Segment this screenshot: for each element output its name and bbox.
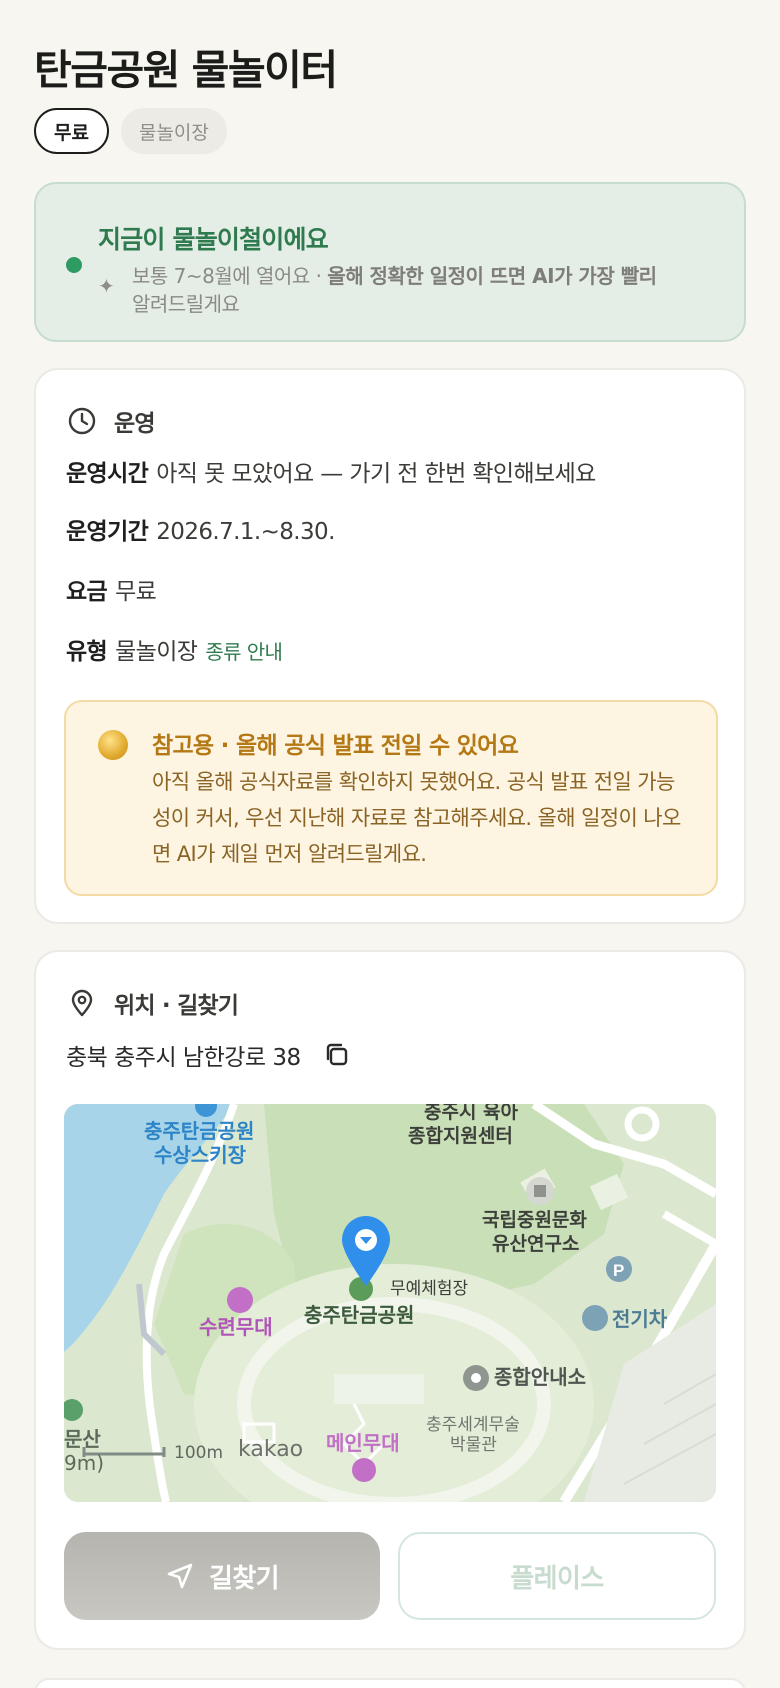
type-value: 물놀이장 [115, 639, 198, 665]
map-label-heritage: 국립중원문화 [482, 1209, 587, 1231]
map-label-water-ski-2: 수상스키장 [154, 1143, 247, 1167]
svg-text:P: P [613, 1261, 624, 1280]
type-label: 유형 [66, 639, 108, 665]
route-button[interactable]: 길찾기 [64, 1532, 380, 1620]
type-row: 유형 물놀이장 종류 안내 [66, 632, 283, 666]
map-label-museum-2: 박물관 [450, 1435, 497, 1455]
address-row: 충북 충주시 남한강로 38 [66, 1038, 353, 1072]
season-desc-bold: 올해 정확한 일정이 뜨면 AI가 가장 빨리 [327, 264, 657, 288]
map-label-heritage-2: 유산연구소 [492, 1233, 579, 1255]
place-button[interactable]: 플레이스 [398, 1532, 716, 1620]
next-card-edge [34, 1678, 746, 1688]
page-title: 탄금공원 물놀이터 [34, 46, 338, 94]
reference-notice: 참고용 · 올해 공식 발표 전일 수 있어요 아직 올해 공식자료를 확인하지… [64, 700, 718, 896]
operation-card: 운영 운영시간 아직 못 모았어요 — 가기 전 한번 확인해보세요 운영기간 20… [34, 368, 746, 924]
chip-fee[interactable]: 무료 [34, 108, 109, 154]
map-label-info: 종합안내소 [494, 1365, 586, 1389]
fee-row: 요금 무료 [66, 572, 157, 606]
map-canvas: P 충주탄금공원 수상스키장 충주시 육아 종합지원센터 국립중원문화 유산연구… [64, 1104, 716, 1502]
map-brand: kakao [238, 1437, 303, 1462]
map-label-childcare: 충주시 육아 [424, 1104, 519, 1123]
hours-row: 운영시간 아직 못 모았어요 — 가기 전 한번 확인해보세요 [66, 454, 596, 488]
map-label-water-ski: 충주탄금공원 [144, 1119, 254, 1143]
map-label-main-stage: 메인무대 [326, 1431, 400, 1455]
map-label-park: 충주탄금공원 [304, 1303, 414, 1327]
notice-body: 아직 올해 공식자료를 확인하지 못했어요. 공식 발표 전일 가능성이 커서,… [152, 770, 681, 866]
map-label-dance: 무예체험장 [390, 1279, 469, 1299]
map-label-mountain: 문산 [64, 1427, 101, 1451]
operation-title: 운영 [114, 411, 156, 437]
location-card: 위치 · 길찾기 충북 충주시 남한강로 38 P 충주탄금공원 수상스키장 충… [34, 950, 746, 1650]
map-label-museum: 충주세계무술 [426, 1415, 520, 1435]
map-view[interactable]: P 충주탄금공원 수상스키장 충주시 육아 종합지원센터 국립중원문화 유산연구… [64, 1104, 716, 1502]
hours-value: 아직 못 모았어요 — 가기 전 한번 확인해보세요 [156, 461, 596, 487]
location-header: 위치 · 길찾기 [66, 986, 239, 1020]
notice-title: 참고용 · 올해 공식 발표 전일 수 있어요 [152, 733, 519, 759]
address-text: 충북 충주시 남한강로 38 [66, 1045, 301, 1071]
fee-label: 요금 [66, 579, 108, 605]
map-label-suryeon: 수련무대 [199, 1315, 273, 1339]
season-description: 보통 7~8월에 열어요 · 올해 정확한 일정이 뜨면 AI가 가장 빨리 알… [132, 262, 722, 318]
copy-icon[interactable] [321, 1039, 353, 1071]
type-guide-link[interactable]: 종류 안내 [205, 640, 283, 664]
location-title: 위치 · 길찾기 [114, 993, 239, 1019]
period-value: 2026.7.1.~8.30. [156, 519, 335, 545]
page: 탄금공원 물놀이터 무료 물놀이장 지금이 물놀이철이에요 ✦ 보통 7~8월에… [0, 0, 780, 1688]
map-label-ev: 전기차 [612, 1307, 668, 1331]
season-desc-plain: 보통 7~8월에 열어요 · [132, 264, 328, 288]
tag-chips: 무료 물놀이장 [34, 108, 227, 154]
chip-type[interactable]: 물놀이장 [120, 108, 227, 154]
period-label: 운영기간 [66, 519, 149, 545]
status-dot-icon [66, 257, 82, 273]
period-row: 운영기간 2026.7.1.~8.30. [66, 512, 335, 546]
moon-icon [98, 730, 128, 760]
season-headline: 지금이 물놀이철이에요 [98, 225, 329, 254]
map-scale-label: 100m [174, 1443, 223, 1463]
map-label-elevation: 9m) [64, 1451, 104, 1475]
map-label-childcare-2: 종합지원센터 [408, 1125, 513, 1147]
season-desc-tail: 알려드릴게요 [132, 292, 240, 316]
season-banner: 지금이 물놀이철이에요 ✦ 보통 7~8월에 열어요 · 올해 정확한 일정이 … [34, 182, 746, 342]
hours-label: 운영시간 [66, 461, 149, 487]
clock-icon [68, 407, 96, 435]
operation-header: 운영 [66, 404, 156, 438]
location-pin-icon [71, 989, 93, 1017]
place-button-label: 플레이스 [510, 1563, 604, 1594]
route-button-label: 길찾기 [209, 1563, 280, 1594]
navigation-arrow-icon [167, 1563, 193, 1589]
fee-value: 무료 [115, 579, 157, 605]
sparkle-icon: ✦ [98, 274, 115, 298]
